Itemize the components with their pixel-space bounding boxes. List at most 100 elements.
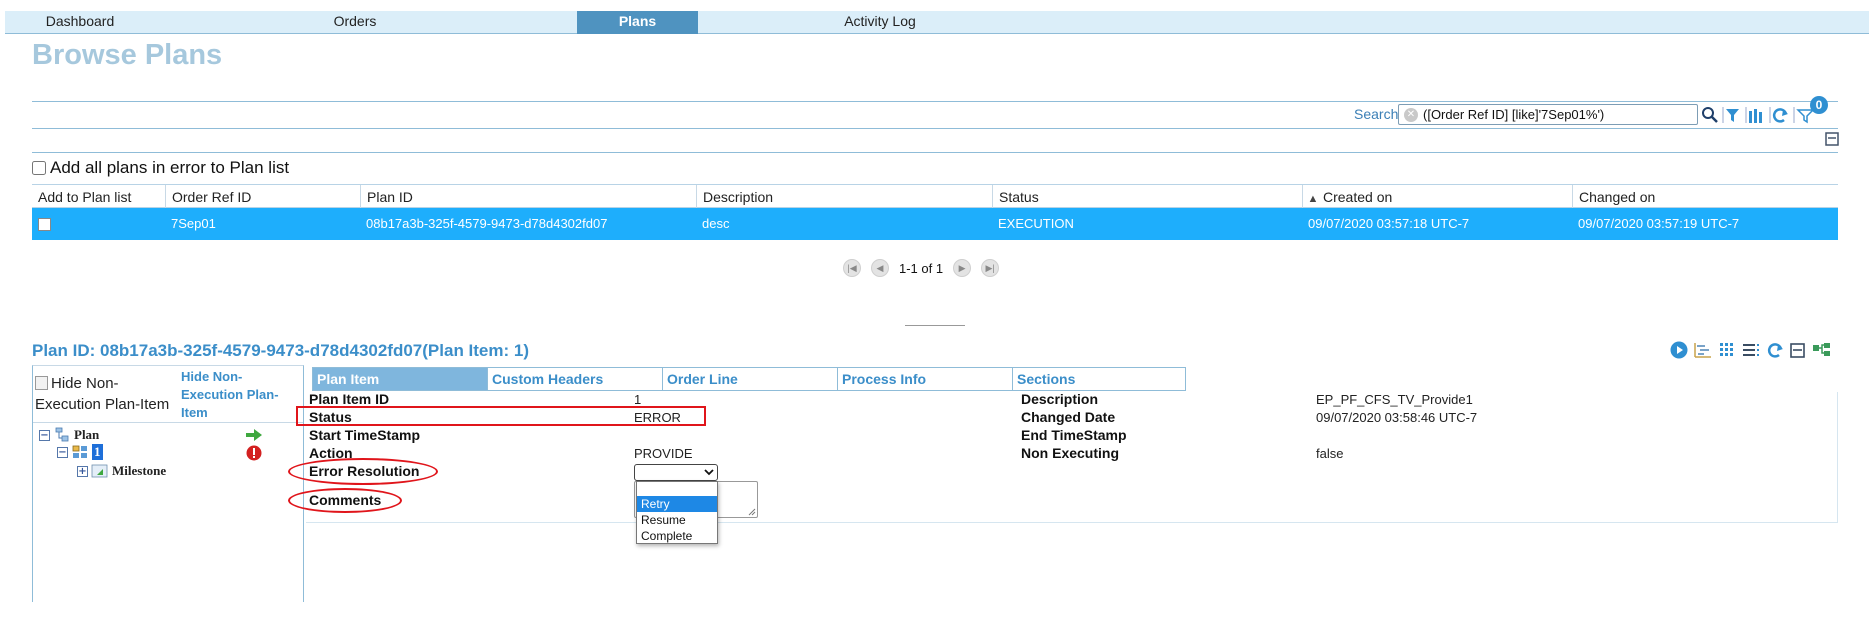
tree-node-label: 1	[92, 444, 103, 460]
tab-activity-log[interactable]: Activity Log	[825, 11, 935, 34]
plan-item-id-label: Plan Item ID	[309, 391, 390, 407]
row-checkbox[interactable]	[38, 218, 51, 231]
comments-highlight	[288, 488, 402, 513]
plan-node-icon	[55, 427, 69, 442]
column-header-created-on[interactable]: ▲ Created on	[1302, 185, 1572, 209]
error-resolution-highlight	[288, 458, 438, 485]
cell-changed-on: 09/07/2020 03:57:19 UTC-7	[1578, 216, 1740, 231]
tab-plan-item[interactable]: Plan Item	[313, 368, 488, 390]
option-resume[interactable]: Resume	[637, 512, 717, 528]
broken-image-alt: Hide Non-Execution Plan-Item	[35, 373, 177, 415]
resize-handle[interactable]	[905, 325, 965, 326]
filter-icon[interactable]	[1722, 105, 1742, 125]
error-resolution-dropdown: Retry Resume Complete	[636, 481, 718, 544]
end-timestamp-label: End TimeStamp	[1021, 427, 1127, 443]
column-header-changed-on[interactable]: Changed on	[1572, 185, 1838, 209]
cell-status: EXECUTION	[998, 216, 1074, 231]
search-icon[interactable]	[1701, 105, 1719, 125]
description-label: Description	[1021, 391, 1099, 407]
gantt-icon[interactable]	[1693, 340, 1713, 360]
first-page-icon[interactable]: |◀	[843, 259, 861, 277]
plans-table: Add to Plan list Order Ref ID Plan ID De…	[32, 184, 1838, 240]
grid-view-icon[interactable]	[1717, 340, 1737, 360]
tab-orders[interactable]: Orders	[305, 11, 405, 34]
tab-dashboard[interactable]: Dashboard	[5, 11, 155, 34]
collapse-icon[interactable]: −	[57, 446, 68, 458]
refresh-icon[interactable]	[1769, 105, 1791, 125]
panel-toggle-icon[interactable]	[1825, 132, 1839, 146]
add-all-plans-label: Add all plans in error to Plan list	[50, 158, 290, 177]
tab-order-line[interactable]: Order Line	[663, 368, 838, 390]
image-alt-text: Hide Non-Execution Plan-Item	[35, 375, 170, 413]
cell-description: desc	[702, 216, 730, 231]
search-label: Search	[1354, 106, 1399, 122]
table-row[interactable]: 7Sep01 08b17a3b-325f-4579-9473-d78d4302f…	[32, 208, 1838, 240]
column-header-status[interactable]: Status	[992, 185, 1302, 209]
cell-plan-id: 08b17a3b-325f-4579-9473-d78d4302fd07	[366, 216, 608, 231]
hide-non-execution-link[interactable]: Hide Non-Execution Plan-Item	[181, 368, 301, 422]
panel-toggle-icon[interactable]	[1789, 340, 1807, 360]
option-complete[interactable]: Complete	[637, 528, 717, 544]
changed-date-label: Changed Date	[1021, 409, 1116, 425]
resize-grip-icon[interactable]	[748, 508, 756, 516]
pagination: |◀ ◀ 1-1 of 1 ▶ ▶|	[843, 259, 1000, 277]
tree-node-plan[interactable]: − Plan	[39, 427, 99, 443]
next-page-icon[interactable]: ▶	[953, 259, 972, 277]
last-page-icon[interactable]: ▶|	[981, 259, 1000, 277]
top-nav: Dashboard Orders Plans Activity Log	[5, 11, 1869, 34]
divider	[32, 101, 1838, 102]
option-retry[interactable]: Retry	[637, 496, 717, 512]
column-header-order-ref[interactable]: Order Ref ID	[165, 185, 360, 209]
error-icon[interactable]	[246, 445, 262, 461]
broken-image-icon	[35, 376, 48, 390]
column-header-plan-id[interactable]: Plan ID	[360, 185, 696, 209]
cell-created-on: 09/07/2020 03:57:18 UTC-7	[1308, 216, 1470, 231]
divider	[33, 422, 303, 423]
table-header: Add to Plan list Order Ref ID Plan ID De…	[32, 184, 1838, 209]
add-all-plans-checkbox[interactable]	[32, 161, 46, 175]
plan-item-id-value: 1	[634, 392, 642, 407]
non-executing-value: false	[1316, 446, 1344, 461]
tab-plans[interactable]: Plans	[577, 11, 698, 34]
page-title: Browse Plans	[32, 39, 223, 71]
hierarchy-icon[interactable]	[1811, 340, 1833, 360]
divider	[32, 152, 1838, 153]
created-on-label: Created on	[1323, 189, 1393, 205]
arrow-right-icon[interactable]	[245, 428, 263, 442]
add-all-plans-option[interactable]: Add all plans in error to Plan list	[32, 158, 289, 178]
columns-icon[interactable]	[1745, 105, 1767, 125]
play-icon[interactable]	[1669, 340, 1689, 360]
pager-text: 1-1 of 1	[899, 260, 944, 276]
tab-custom-headers[interactable]: Custom Headers	[488, 368, 663, 390]
action-value: PROVIDE	[634, 446, 693, 461]
tab-process-info[interactable]: Process Info	[838, 368, 1013, 390]
filter-count-badge: 0	[1810, 96, 1828, 114]
tree-node-label: Plan	[74, 427, 100, 442]
plan-item-icon	[72, 445, 87, 458]
refresh-icon[interactable]	[1765, 340, 1785, 360]
collapse-icon[interactable]: −	[39, 429, 50, 441]
error-resolution-select[interactable]	[634, 464, 718, 481]
description-value: EP_PF_CFS_TV_Provide1	[1316, 392, 1473, 407]
chevron-down-icon	[704, 469, 714, 476]
detail-tabs: Plan Item Custom Headers Order Line Proc…	[312, 367, 1186, 391]
column-header-description[interactable]: Description	[696, 185, 992, 209]
search-value: ([Order Ref ID] [like]'7Sep01%')	[1423, 107, 1605, 122]
start-timestamp-label: Start TimeStamp	[309, 427, 420, 443]
tab-sections[interactable]: Sections	[1013, 368, 1185, 390]
tree-node-plan-item[interactable]: − 1	[57, 444, 103, 460]
clear-icon[interactable]: ✕	[1404, 108, 1418, 122]
search-input[interactable]: ✕ ([Order Ref ID] [like]'7Sep01%')	[1398, 104, 1698, 125]
tree-node-label: Milestone	[112, 463, 167, 478]
plan-tree-panel: Hide Non-Execution Plan-Item Hide Non-Ex…	[32, 365, 304, 602]
status-highlight	[296, 406, 706, 426]
prev-page-icon[interactable]: ◀	[871, 259, 889, 277]
expand-icon[interactable]: +	[77, 465, 88, 477]
non-executing-label: Non Executing	[1021, 445, 1120, 461]
tree-node-milestone[interactable]: + Milestone	[77, 463, 166, 479]
divider	[32, 128, 1838, 129]
detail-title: Plan ID: 08b17a3b-325f-4579-9473-d78d430…	[32, 341, 530, 360]
list-view-icon[interactable]	[1741, 340, 1761, 360]
changed-date-value: 09/07/2020 03:58:46 UTC-7	[1316, 410, 1478, 425]
column-header-add[interactable]: Add to Plan list	[32, 185, 165, 209]
